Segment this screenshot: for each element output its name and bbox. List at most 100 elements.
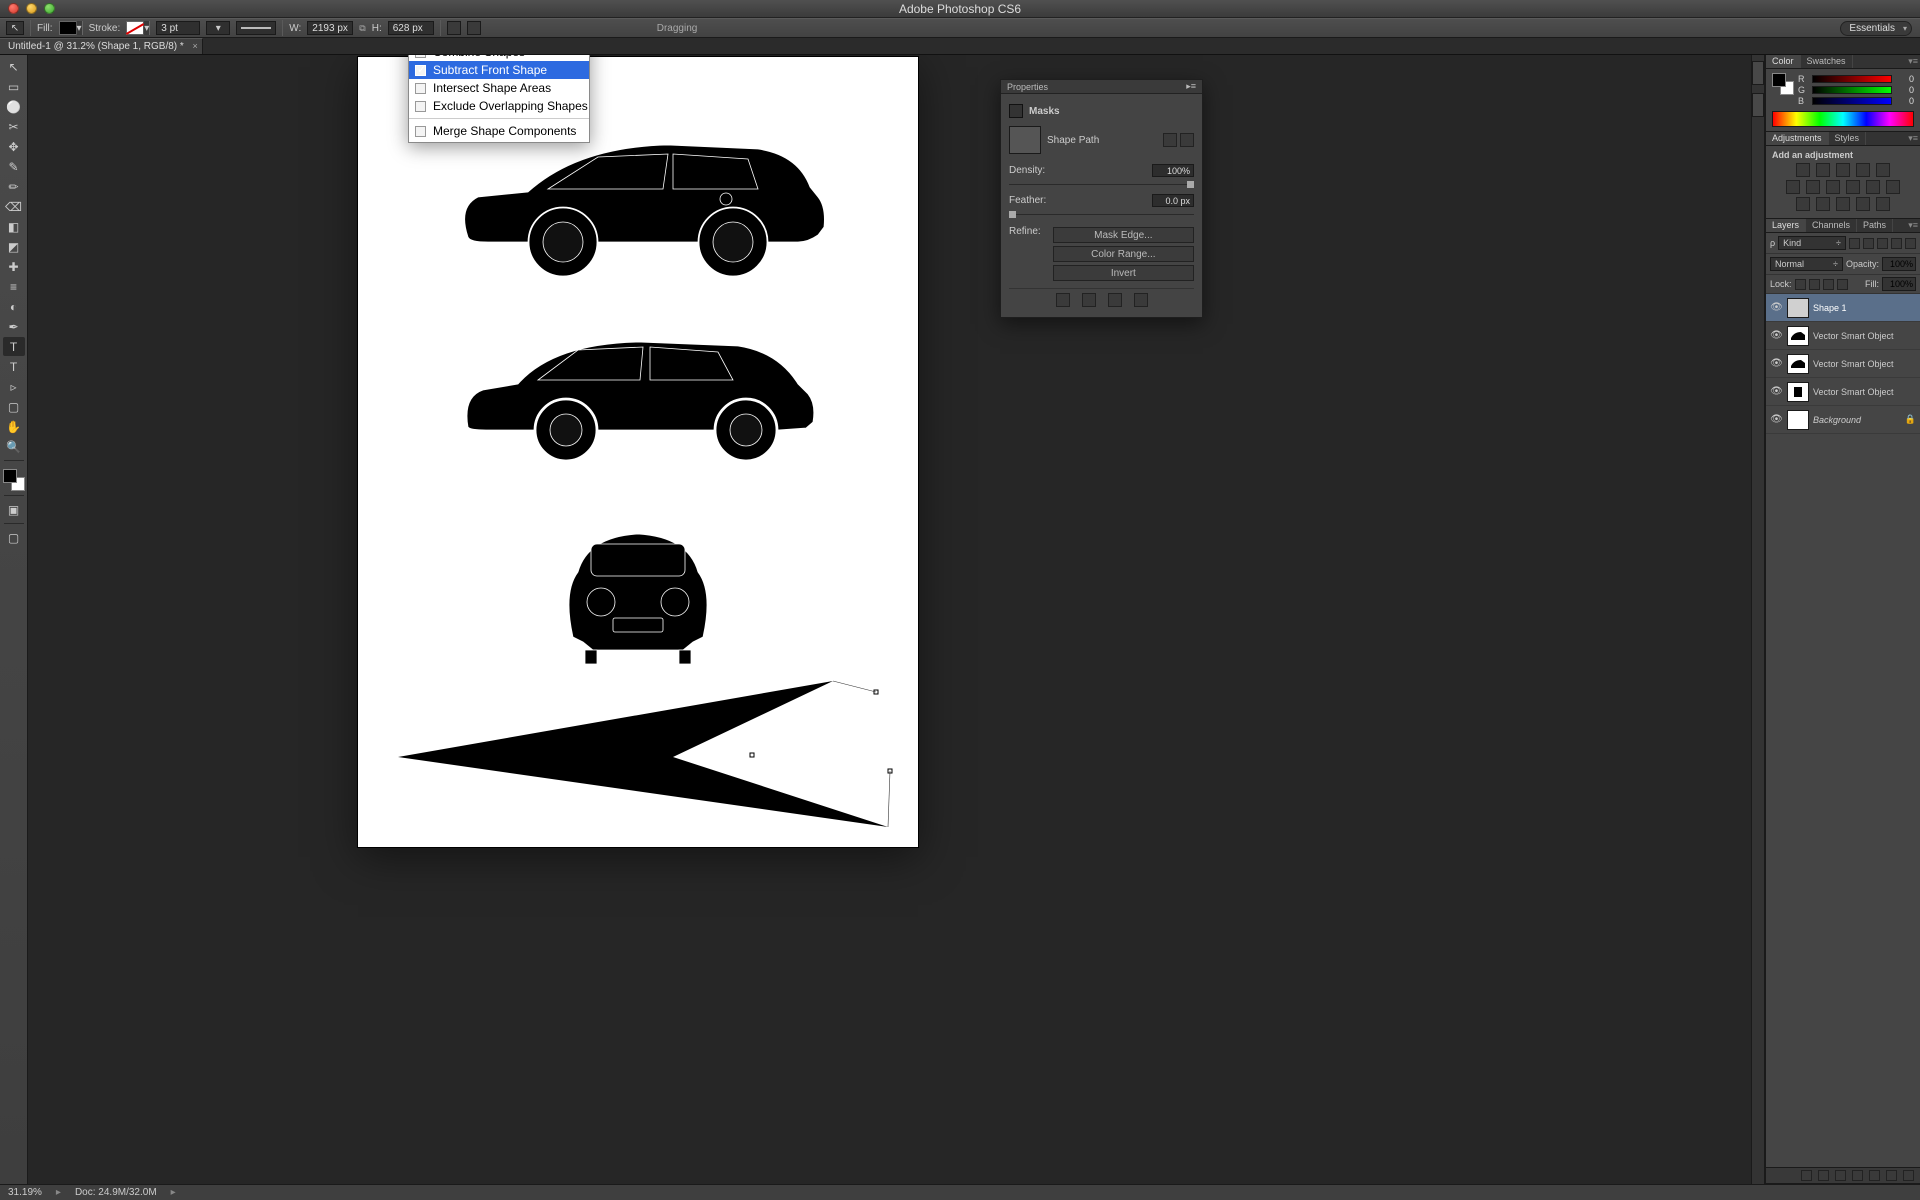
tool-history-brush[interactable]: ◩ — [3, 237, 25, 256]
tab-color[interactable]: Color — [1766, 55, 1801, 68]
filter-shape-icon[interactable] — [1891, 238, 1902, 249]
panel-menu-icon[interactable]: ▸≡ — [1186, 81, 1196, 92]
color-range-button[interactable]: Color Range... — [1053, 246, 1194, 262]
tool-zoom[interactable]: 🔍 — [3, 437, 25, 456]
adj-colbal-icon[interactable] — [1806, 180, 1820, 194]
tool-brush[interactable]: ⌫ — [3, 197, 25, 216]
visibility-toggle[interactable]: 👁 — [1770, 301, 1783, 314]
panel-menu-icon[interactable]: ▾≡ — [1908, 220, 1918, 231]
adj-selcol-icon[interactable] — [1876, 197, 1890, 211]
pixel-mask-icon[interactable] — [1163, 133, 1177, 147]
tool-heal[interactable]: ✏ — [3, 177, 25, 196]
delete-layer-icon[interactable] — [1903, 1170, 1914, 1181]
tab-styles[interactable]: Styles — [1829, 132, 1867, 145]
tool-dodge[interactable]: ✒ — [3, 317, 25, 336]
tool-eraser[interactable]: ✚ — [3, 257, 25, 276]
tab-paths[interactable]: Paths — [1857, 219, 1893, 232]
tool-move[interactable]: ↖ — [3, 57, 25, 76]
collapsed-panel-stub[interactable] — [1752, 61, 1764, 85]
tool-shape[interactable]: ▢ — [3, 397, 25, 416]
adj-vibrance-icon[interactable] — [1876, 163, 1890, 177]
fill-swatch[interactable]: ▾ — [59, 21, 83, 35]
layer-row[interactable]: 👁 Background 🔒 — [1766, 406, 1920, 434]
adj-gradmap-icon[interactable] — [1856, 197, 1870, 211]
lock-pixels[interactable] — [1809, 279, 1820, 290]
new-layer-icon[interactable] — [1886, 1170, 1897, 1181]
feather-input[interactable] — [1152, 194, 1194, 207]
stroke-style-dropdown[interactable] — [236, 21, 276, 35]
document-canvas[interactable] — [358, 57, 918, 847]
layer-thumb[interactable] — [1787, 410, 1809, 430]
layer-filter-kind[interactable]: Kind÷ — [1778, 236, 1846, 250]
tool-path-select[interactable]: ▹ — [3, 377, 25, 396]
color-fgbg[interactable] — [1772, 73, 1794, 95]
tab-swatches[interactable]: Swatches — [1801, 55, 1853, 68]
adj-thresh-icon[interactable] — [1836, 197, 1850, 211]
tool-eyedropper[interactable]: ✎ — [3, 157, 25, 176]
adj-levels-icon[interactable] — [1816, 163, 1830, 177]
layer-row[interactable]: 👁 Vector Smart Object — [1766, 378, 1920, 406]
collapsed-panel-stub[interactable] — [1752, 93, 1764, 117]
density-slider[interactable] — [1009, 181, 1194, 188]
stroke-size-input[interactable] — [156, 21, 200, 35]
filter-smart-icon[interactable] — [1905, 238, 1916, 249]
new-adj-layer-icon[interactable] — [1852, 1170, 1863, 1181]
menu-intersect-shape-areas[interactable]: Intersect Shape Areas — [409, 79, 589, 97]
visibility-toggle[interactable]: 👁 — [1770, 357, 1783, 370]
layer-thumb[interactable] — [1787, 354, 1809, 374]
layer-name[interactable]: Vector Smart Object — [1813, 331, 1894, 341]
layer-name[interactable]: Vector Smart Object — [1813, 359, 1894, 369]
adj-invert-icon[interactable] — [1796, 197, 1810, 211]
menu-merge-shape-components[interactable]: Merge Shape Components — [409, 122, 589, 140]
link-layers-icon[interactable] — [1801, 1170, 1812, 1181]
tab-layers[interactable]: Layers — [1766, 219, 1806, 232]
blend-mode-select[interactable]: Normal÷ — [1770, 257, 1843, 271]
shape-height-input[interactable] — [388, 21, 434, 35]
tool-blur[interactable]: ◐ — [3, 297, 25, 316]
visibility-toggle[interactable]: 👁 — [1770, 385, 1783, 398]
canvas-area[interactable]: New Layer Combine Shapes Subtract Front … — [28, 55, 1751, 1184]
density-input[interactable] — [1152, 164, 1194, 177]
layer-row[interactable]: 👁 Vector Smart Object — [1766, 350, 1920, 378]
layer-thumb[interactable] — [1787, 326, 1809, 346]
mask-edge-button[interactable]: Mask Edge... — [1053, 227, 1194, 243]
tool-preset-picker[interactable]: ↖ — [6, 21, 24, 35]
path-align-button[interactable] — [447, 21, 461, 35]
document-tab-close[interactable]: × — [193, 41, 198, 51]
tool-gradient[interactable]: ≡ — [3, 277, 25, 296]
visibility-toggle[interactable]: 👁 — [1770, 329, 1783, 342]
tool-crop[interactable]: ✥ — [3, 137, 25, 156]
val-r[interactable]: 0 — [1896, 74, 1914, 84]
mask-thumb[interactable] — [1009, 126, 1041, 154]
layer-mask-icon[interactable] — [1835, 1170, 1846, 1181]
color-ramp[interactable] — [1772, 111, 1914, 127]
slider-r[interactable] — [1812, 75, 1892, 83]
adj-chmix-icon[interactable] — [1866, 180, 1880, 194]
tab-adjustments[interactable]: Adjustments — [1766, 132, 1829, 145]
zoom-readout[interactable]: 31.19% — [8, 1187, 42, 1198]
quick-mask-toggle[interactable]: ▣ — [3, 500, 25, 519]
disable-mask-icon[interactable] — [1108, 293, 1122, 307]
adj-curves-icon[interactable] — [1836, 163, 1850, 177]
slider-g[interactable] — [1812, 86, 1892, 94]
layer-thumb[interactable] — [1787, 298, 1809, 318]
lock-transparency[interactable] — [1795, 279, 1806, 290]
adj-photo-filter-icon[interactable] — [1846, 180, 1860, 194]
adj-poster-icon[interactable] — [1816, 197, 1830, 211]
tool-marquee[interactable]: ▭ — [3, 77, 25, 96]
layer-row[interactable]: 👁 Shape 1 — [1766, 294, 1920, 322]
delete-mask-icon[interactable] — [1134, 293, 1148, 307]
workspace-switcher[interactable]: Essentials — [1840, 21, 1912, 36]
val-g[interactable]: 0 — [1896, 85, 1914, 95]
shape-width-input[interactable] — [307, 21, 353, 35]
menu-exclude-overlapping[interactable]: Exclude Overlapping Shapes — [409, 97, 589, 115]
link-wh-icon[interactable]: ⧉ — [359, 23, 365, 34]
adj-exposure-icon[interactable] — [1856, 163, 1870, 177]
tool-clone[interactable]: ◧ — [3, 217, 25, 236]
apply-mask-icon[interactable] — [1082, 293, 1096, 307]
invert-button[interactable]: Invert — [1053, 265, 1194, 281]
layer-row[interactable]: 👁 Vector Smart Object — [1766, 322, 1920, 350]
tool-hand[interactable]: ✋ — [3, 417, 25, 436]
panel-menu-icon[interactable]: ▾≡ — [1908, 56, 1918, 67]
tool-quick-select[interactable]: ✂ — [3, 117, 25, 136]
